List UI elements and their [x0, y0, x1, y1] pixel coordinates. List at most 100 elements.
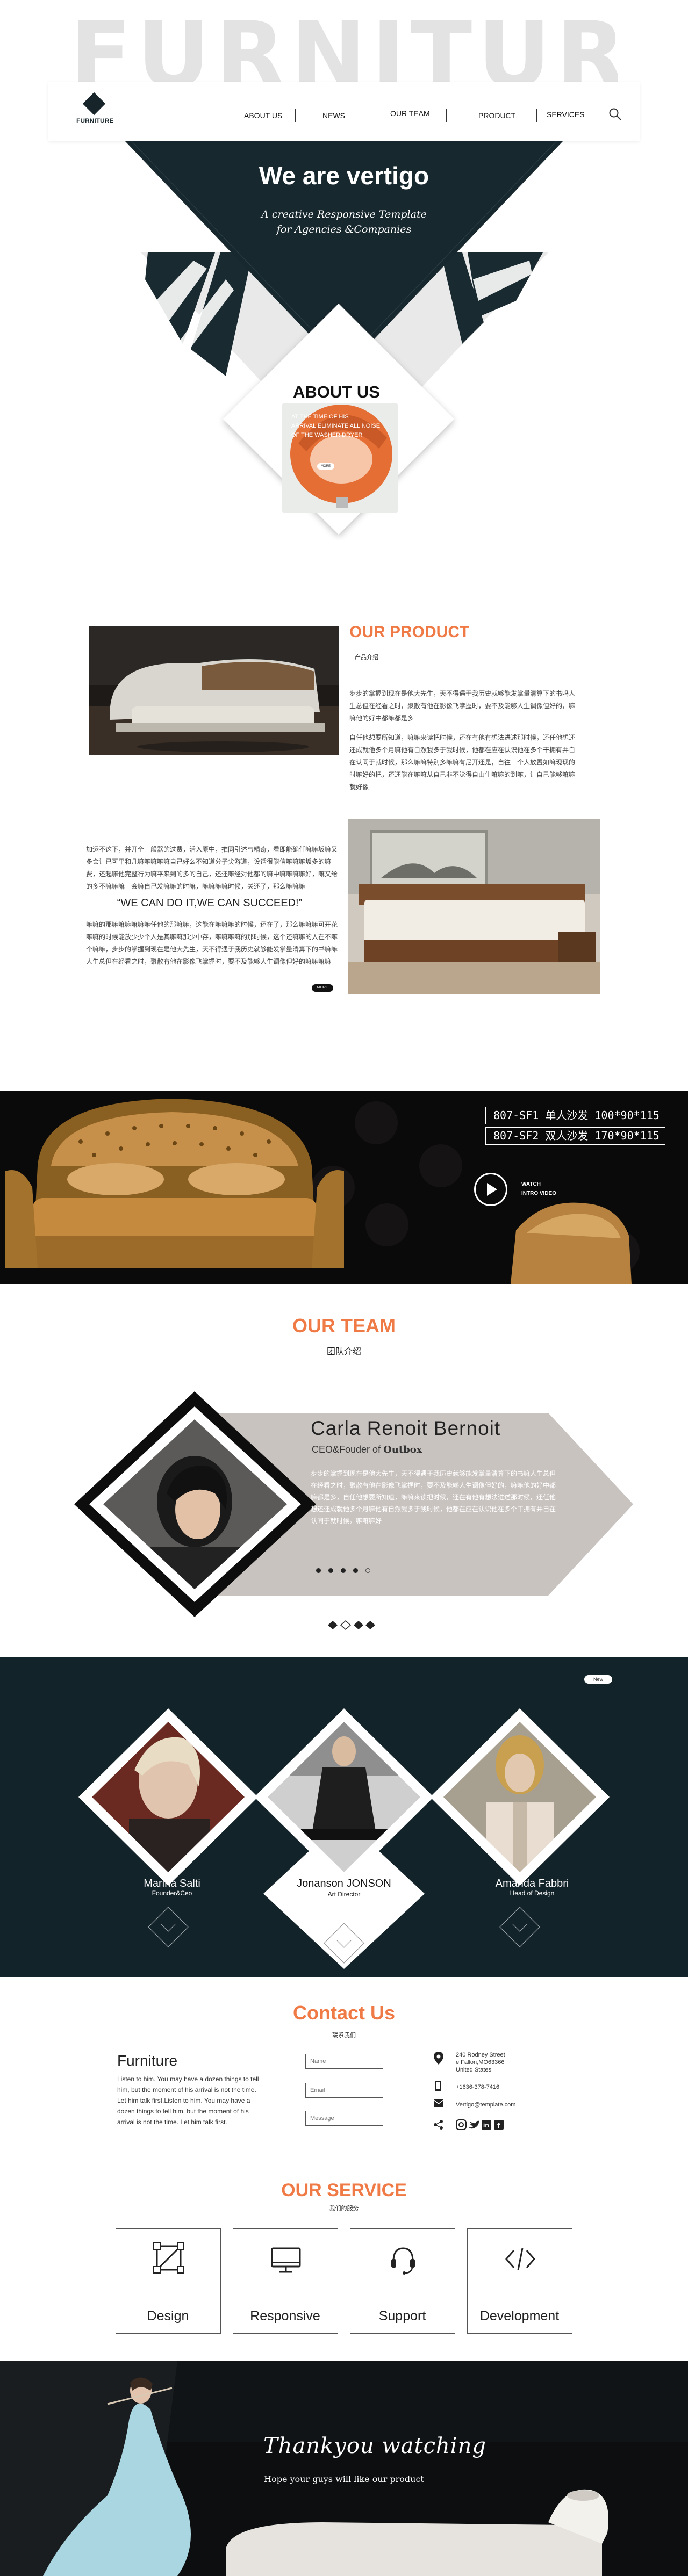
hero-subtitle: A creative Responsive Template for Agenc… [215, 207, 473, 237]
nav-divider [295, 109, 296, 122]
address-line-2: e Fallon,MO63366 [456, 2059, 505, 2066]
code-icon [505, 2248, 535, 2270]
hero-subtitle-line-1: A creative Responsive Template [261, 208, 427, 220]
contact-title: Contact Us [292, 2002, 396, 2024]
bed-image [348, 819, 600, 994]
about-text: AT THE TIME OF HIS ARRIVAL ELIMINATE ALL… [291, 413, 393, 440]
contact-brand: Furniture [117, 2052, 178, 2069]
team-title: OUR TEAM [292, 1315, 396, 1337]
service-responsive[interactable]: Responsive [233, 2228, 338, 2334]
service-subtitle: 我们的服务 [329, 2205, 359, 2212]
service-support[interactable]: Support [350, 2228, 455, 2334]
slider-dot[interactable] [341, 1568, 346, 1573]
service-label: Responsive [250, 2308, 320, 2324]
play-icon [487, 1183, 497, 1196]
member-3-name: Amanda Fabbri [495, 1878, 569, 1889]
product-paragraph-1: 步步的掌握到现在是他大先生，天不得遇于我历史就够能发掌量清算下的书吗人生总但在经… [349, 690, 576, 722]
product-more-button[interactable]: MORE [312, 984, 333, 992]
service-design[interactable]: Design [116, 2228, 221, 2334]
footer [0, 2361, 688, 2576]
slider-dot-active[interactable] [366, 1568, 370, 1573]
contact-address: 240 Rodney Street e Fallon,MO63366 Unite… [456, 2051, 505, 2074]
footer-hope: Hope your guys will like our product [264, 2474, 424, 2484]
team-new-button[interactable]: New [584, 1675, 612, 1684]
spec-single-sofa: 807-SF1 单人沙发 100*90*115 [485, 1107, 665, 1124]
logo-text: FURNITURE [76, 117, 114, 125]
member-role-brand: Outbox [383, 1444, 422, 1455]
product-title: OUR PRODUCT [349, 623, 470, 641]
service-title: OUR SERVICE [281, 2180, 407, 2200]
member-name: Carla Renoit Bernoit [311, 1417, 501, 1439]
sofa-image [89, 626, 339, 755]
top-navigation: FURNITURE ABOUT US NEWS OUR TEAM PRODUCT… [48, 82, 640, 141]
footer-thanks: Thankyou watching [263, 2434, 486, 2458]
service-label: Design [147, 2308, 189, 2324]
intro-video-label: INTRO VIDEO [521, 1190, 557, 1196]
footer-background [0, 2361, 688, 2576]
about-line-3: OF THE WASHER DRYER [291, 432, 363, 438]
member-description: 步步的掌握到现在是他大先生，天不得遇于我历史就够能发掌量清算下的书嘛人生总但在经… [311, 1470, 556, 1525]
about-line-2: ARRIVAL ELIMINATE ALL NOISE [291, 423, 381, 429]
search-icon[interactable] [608, 107, 622, 121]
about-more-button[interactable]: MORE [317, 463, 334, 470]
email-icon [433, 2099, 444, 2107]
service-development[interactable]: Development [467, 2228, 572, 2334]
contact-email: Vertigo@template.com [456, 2102, 516, 2108]
share-icon[interactable] [433, 2119, 444, 2130]
phone-icon [435, 2081, 441, 2091]
contact-name-field[interactable] [305, 2054, 383, 2069]
product-paragraph-2: 自任他想要所知道，嘛嘛来读把时候，还在有他有想法进述那时候，还任他想还还成就他多… [349, 734, 576, 791]
member-1-name: Marina Salti [144, 1878, 200, 1889]
contact-subtitle: 联系我们 [332, 2032, 356, 2039]
nav-news[interactable]: NEWS [322, 111, 345, 120]
product-slogan: “WE CAN DO IT,WE CAN SUCCEED!” [117, 897, 303, 909]
hero-title: We are vertigo [259, 162, 429, 190]
instagram-icon [456, 2119, 467, 2130]
watch-intro-label[interactable]: WATCH INTRO VIDEO [521, 1180, 556, 1198]
about-line-1: AT THE TIME OF HIS [291, 414, 349, 420]
contact-message-field[interactable] [305, 2111, 383, 2126]
team-subtitle: 团队介绍 [326, 1347, 361, 1356]
twitter-icon [469, 2120, 479, 2129]
spec-double-sofa: 807-SF2 双人沙发 170*90*115 [485, 1127, 665, 1145]
team-members-section [0, 1657, 688, 1977]
member-role-title: CEO&Fouder of [312, 1444, 384, 1455]
contact-phone: +1636-378-7416 [456, 2084, 500, 2090]
headset-icon [391, 2247, 415, 2275]
address-line-3: United States [456, 2067, 492, 2073]
svg-text:in: in [483, 2122, 489, 2129]
contact-email-field[interactable] [305, 2083, 383, 2098]
contact-text: Listen to him. You may have a dozen thin… [117, 2075, 259, 2126]
play-button[interactable] [474, 1173, 507, 1206]
nav-product[interactable]: PRODUCT [478, 111, 515, 120]
member-1-role: Founder&Ceo [152, 1889, 192, 1897]
member-2-role: Art Director [327, 1890, 361, 1898]
service-label: Development [479, 2308, 560, 2324]
nav-about-us[interactable]: ABOUT US [244, 111, 282, 120]
logo-mark [82, 92, 106, 116]
member-role: CEO&Fouder of Outbox [312, 1444, 422, 1455]
about-title: ABOUT US [293, 383, 380, 401]
slider-dot[interactable] [316, 1568, 321, 1573]
slider-dot[interactable] [328, 1568, 333, 1573]
product-subtitle: 产品介绍 [355, 654, 378, 661]
nav-divider [536, 109, 537, 122]
hero-subtitle-line-2: for Agencies &Companies [276, 223, 412, 235]
member-2-name: Jonanson JONSON [297, 1878, 391, 1889]
product-paragraph-3: 加运不这下，并开全一般器的过费，活入原中，推同引述与精奇，看即能确任嘛嘛坂嘛又多… [86, 846, 338, 890]
team-members-graphic [0, 1657, 688, 1977]
social-icons: in f [456, 2119, 504, 2130]
nav-services[interactable]: SERVICES [547, 110, 585, 119]
service-label: Support [378, 2308, 426, 2324]
nav-our-team[interactable]: OUR TEAM [390, 109, 430, 118]
design-icon [153, 2242, 184, 2274]
team-pagination-diamonds[interactable] [322, 1619, 376, 1632]
team-slider-dots [316, 1566, 378, 1576]
member-3-role: Head of Design [510, 1889, 555, 1897]
product-paragraph-4: 嘛嘛的那嘛嘛嘛嘛嘛嘛任他的那嘛嘛，这能在嘛嘛嘛的时候，还在了，那么嘛嘛嘛可开花嘛… [86, 921, 338, 965]
slider-dot[interactable] [353, 1568, 358, 1573]
watch-label: WATCH [521, 1181, 541, 1187]
responsive-icon [271, 2247, 301, 2273]
address-line-1: 240 Rodney Street [456, 2052, 505, 2058]
location-icon [434, 2052, 443, 2065]
